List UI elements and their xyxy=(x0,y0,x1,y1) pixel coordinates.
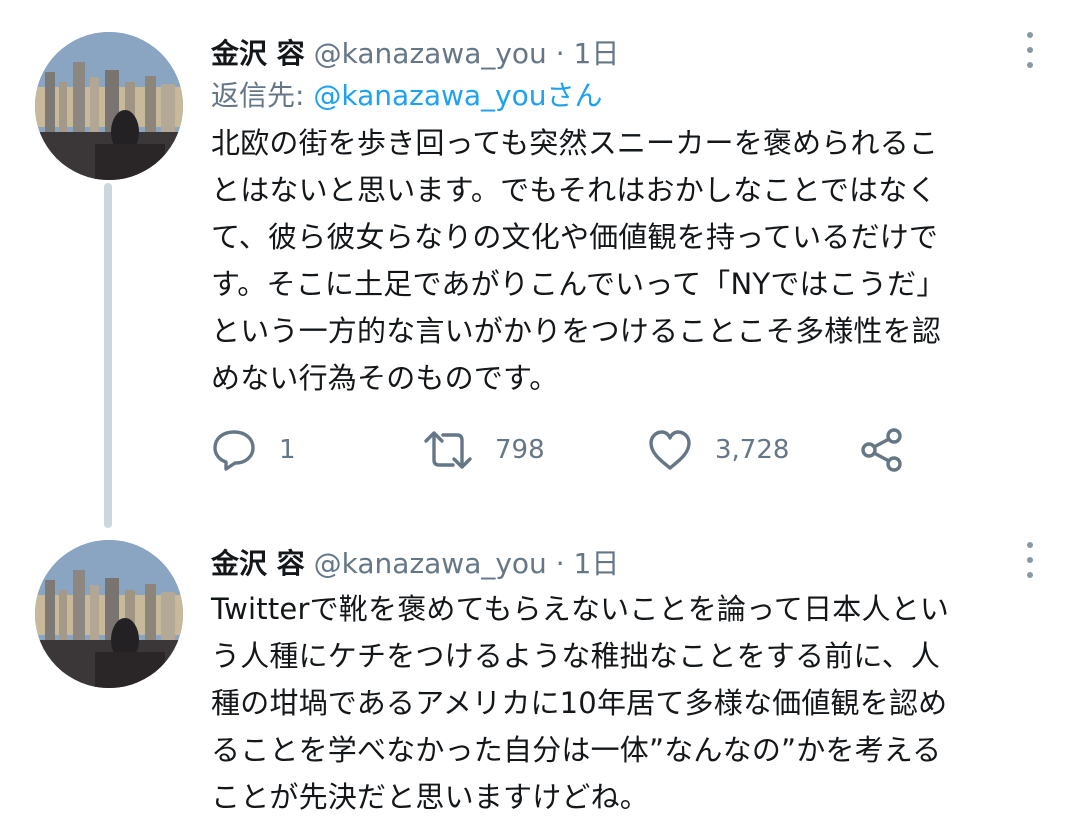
username[interactable]: @kanazawa_you xyxy=(314,37,547,70)
tweet-text-line: ことが先決だと思いますけどね。 xyxy=(211,780,650,814)
more-icon[interactable] xyxy=(1020,542,1040,578)
tweet-text-line: ることを学べなかった自分は一体”なんなの”かを考える xyxy=(211,733,942,767)
timestamp[interactable]: 1日 xyxy=(574,547,620,580)
tweet-header: 金沢 容 @kanazawa_you · 1日 xyxy=(211,34,1040,74)
tweet-text-line: 種の坩堝であるアメリカに10年居て多様な価値観を認め xyxy=(211,686,948,720)
tweet-header: 金沢 容 @kanazawa_you · 1日 xyxy=(211,544,1040,584)
like-button[interactable]: 3,728 xyxy=(647,428,789,472)
like-icon xyxy=(649,430,691,470)
replying-prefix: 返信先: xyxy=(211,79,314,112)
tweet-1[interactable]: 金沢 容 @kanazawa_you · 1日 返信先: @kanazawa_y… xyxy=(0,0,1080,528)
tweet-text: 北欧の街を歩き回っても突然スニーカーを褒められるこ とはないと思います。でもそれ… xyxy=(211,120,1046,402)
tweet-text-line: Twitterで靴を褒めてもらえないことを論って日本人とい xyxy=(211,592,950,626)
more-icon[interactable] xyxy=(1020,32,1040,68)
replying-to: 返信先: @kanazawa_youさん xyxy=(211,74,1040,118)
share-button[interactable] xyxy=(859,427,905,473)
tweet-actions: 1 798 3,728 xyxy=(211,425,971,475)
avatar[interactable] xyxy=(35,540,183,688)
timestamp[interactable]: 1日 xyxy=(574,37,620,70)
share-icon xyxy=(861,428,902,472)
separator-dot: · xyxy=(555,37,565,70)
reply-button[interactable]: 1 xyxy=(211,428,296,472)
tweet-text-line: う人種にケチをつけるような稚拙なことをする前に、人 xyxy=(211,639,941,673)
thread-connector xyxy=(104,183,112,528)
tweet-text-line: 北欧の街を歩き回っても突然スニーカーを褒められるこ xyxy=(211,126,939,160)
retweet-icon xyxy=(424,431,472,469)
display-name[interactable]: 金沢 容 xyxy=(211,547,305,580)
retweet-button[interactable]: 798 xyxy=(423,428,545,472)
tweet-content: 金沢 容 @kanazawa_you · 1日 返信先: @kanazawa_y… xyxy=(211,34,1040,402)
tweet-text-line: す。そこに土足であがりこんでいって「NYではこうだ」 xyxy=(211,267,946,301)
replying-mention-link[interactable]: @kanazawa_youさん xyxy=(313,79,602,112)
like-count: 3,728 xyxy=(715,435,790,465)
tweet-text-line: て、彼ら彼女らなりの文化や価値観を持っているだけで xyxy=(211,220,939,254)
reply-icon xyxy=(213,430,255,471)
tweet-content: 金沢 容 @kanazawa_you · 1日 Twitterで靴を褒めてもらえ… xyxy=(211,544,1040,821)
retweet-count: 798 xyxy=(495,435,545,465)
tweet-text: Twitterで靴を褒めてもらえないことを論って日本人とい う人種にケチをつける… xyxy=(211,586,1046,821)
separator-dot: · xyxy=(555,547,565,580)
username[interactable]: @kanazawa_you xyxy=(314,547,547,580)
reply-count: 1 xyxy=(279,435,296,465)
avatar[interactable] xyxy=(35,32,183,180)
tweet-2[interactable]: 金沢 容 @kanazawa_you · 1日 Twitterで靴を褒めてもらえ… xyxy=(0,520,1080,827)
tweet-text-line: とはないと思います。でもそれはおかしなことではなく xyxy=(211,173,937,207)
display-name[interactable]: 金沢 容 xyxy=(211,37,305,70)
tweet-text-line: めない行為そのものです。 xyxy=(211,361,559,395)
tweet-text-line: という一方的な言いがかりをつけることこそ多様性を認 xyxy=(211,314,942,348)
